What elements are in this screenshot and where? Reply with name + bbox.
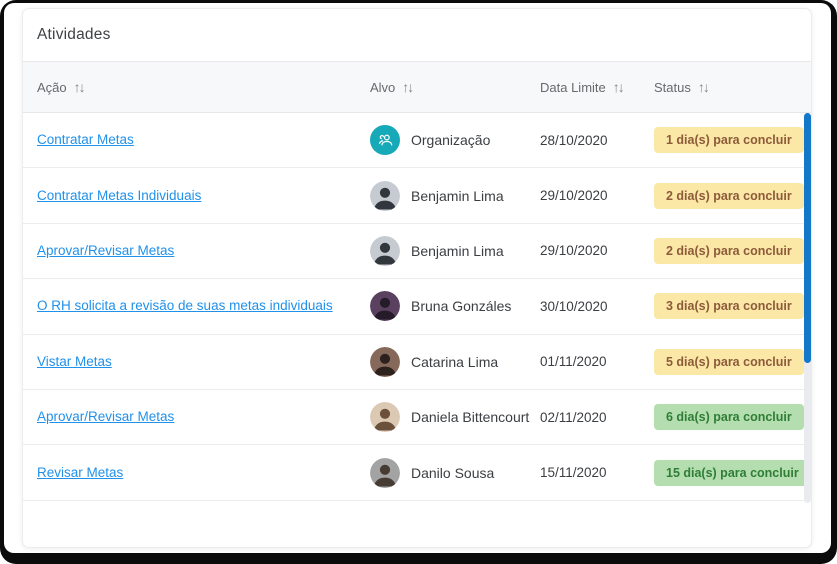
target-name: Benjamin Lima [411,188,504,204]
status-badge: 2 dia(s) para concluir [654,238,804,264]
action-cell: O RH solicita a revisão de suas metas in… [37,297,370,315]
due-date: 28/10/2020 [540,133,654,148]
person-avatar [370,402,400,432]
action-cell: Contratar Metas Individuais [37,187,370,205]
person-avatar [370,291,400,321]
action-cell: Aprovar/Revisar Metas [37,242,370,260]
status-cell: 2 dia(s) para concluir [654,238,804,264]
page-title: Atividades [37,26,111,44]
table-row: Aprovar/Revisar Metas Daniela Bittencour… [23,390,811,445]
status-cell: 3 dia(s) para concluir [654,293,804,319]
column-header-acao[interactable]: Ação ↑↓ [37,80,370,95]
table-row: Aprovar/Revisar Metas Benjamin Lima 29/1… [23,224,811,279]
table-body: Contratar Metas Organização 28/10/2020 1… [23,113,811,501]
due-date: 02/11/2020 [540,410,654,425]
due-date: 15/11/2020 [540,465,654,480]
target-cell: Benjamin Lima [370,236,540,266]
column-label: Data Limite [540,80,606,95]
due-date: 29/10/2020 [540,243,654,258]
page-background: Atividades Ação ↑↓ Alvo ↑↓ Data Limite ↑… [4,3,831,553]
screenshot-frame: Atividades Ação ↑↓ Alvo ↑↓ Data Limite ↑… [0,0,837,564]
due-date: 01/11/2020 [540,354,654,369]
column-label: Ação [37,80,67,95]
card-header: Atividades [23,9,811,62]
column-header-status[interactable]: Status ↑↓ [654,80,791,95]
action-link[interactable]: O RH solicita a revisão de suas metas in… [37,298,333,313]
status-badge: 15 dia(s) para concluir [654,460,811,486]
person-avatar [370,236,400,266]
sort-icon[interactable]: ↑↓ [698,80,708,94]
status-badge: 3 dia(s) para concluir [654,293,804,319]
table-row: O RH solicita a revisão de suas metas in… [23,279,811,334]
status-cell: 6 dia(s) para concluir [654,404,804,430]
target-cell: Catarina Lima [370,347,540,377]
person-avatar [370,458,400,488]
sort-icon[interactable]: ↑↓ [402,80,412,94]
scrollbar-thumb[interactable] [804,113,811,363]
sort-icon[interactable]: ↑↓ [613,80,623,94]
action-cell: Aprovar/Revisar Metas [37,408,370,426]
table-row: Revisar Metas Danilo Sousa 15/11/2020 15… [23,445,811,500]
target-cell: Bruna Gonzáles [370,291,540,321]
table-header-row: Ação ↑↓ Alvo ↑↓ Data Limite ↑↓ Status ↑↓ [23,62,811,113]
due-date: 29/10/2020 [540,188,654,203]
table-row: Contratar Metas Individuais Benjamin Lim… [23,168,811,223]
status-badge: 5 dia(s) para concluir [654,349,804,375]
target-name: Danilo Sousa [411,465,494,481]
sort-icon[interactable]: ↑↓ [74,80,84,94]
due-date: 30/10/2020 [540,299,654,314]
activities-card: Atividades Ação ↑↓ Alvo ↑↓ Data Limite ↑… [22,8,812,548]
organization-avatar-icon [370,125,400,155]
column-header-data-limite[interactable]: Data Limite ↑↓ [540,80,654,95]
action-link[interactable]: Contratar Metas Individuais [37,188,201,203]
status-cell: 2 dia(s) para concluir [654,183,804,209]
action-link[interactable]: Contratar Metas [37,132,134,147]
status-badge: 1 dia(s) para concluir [654,127,804,153]
target-name: Bruna Gonzáles [411,298,511,314]
status-cell: 15 dia(s) para concluir [654,460,811,486]
person-avatar [370,347,400,377]
column-label: Status [654,80,691,95]
target-name: Daniela Bittencourt [411,409,529,425]
action-link[interactable]: Aprovar/Revisar Metas [37,409,174,424]
scrollbar-track[interactable] [804,113,811,503]
action-link[interactable]: Vistar Metas [37,354,112,369]
status-cell: 5 dia(s) para concluir [654,349,804,375]
target-cell: Benjamin Lima [370,181,540,211]
status-badge: 2 dia(s) para concluir [654,183,804,209]
table-row: Contratar Metas Organização 28/10/2020 1… [23,113,811,168]
target-name: Catarina Lima [411,354,498,370]
target-cell: Organização [370,125,540,155]
action-cell: Revisar Metas [37,464,370,482]
target-name: Organização [411,132,490,148]
action-cell: Contratar Metas [37,131,370,149]
target-cell: Danilo Sousa [370,458,540,488]
action-cell: Vistar Metas [37,353,370,371]
action-link[interactable]: Aprovar/Revisar Metas [37,243,174,258]
column-label: Alvo [370,80,395,95]
status-badge: 6 dia(s) para concluir [654,404,804,430]
table-row: Vistar Metas Catarina Lima 01/11/2020 5 … [23,335,811,390]
person-avatar [370,181,400,211]
target-cell: Daniela Bittencourt [370,402,540,432]
column-header-alvo[interactable]: Alvo ↑↓ [370,80,540,95]
target-name: Benjamin Lima [411,243,504,259]
action-link[interactable]: Revisar Metas [37,465,123,480]
status-cell: 1 dia(s) para concluir [654,127,804,153]
